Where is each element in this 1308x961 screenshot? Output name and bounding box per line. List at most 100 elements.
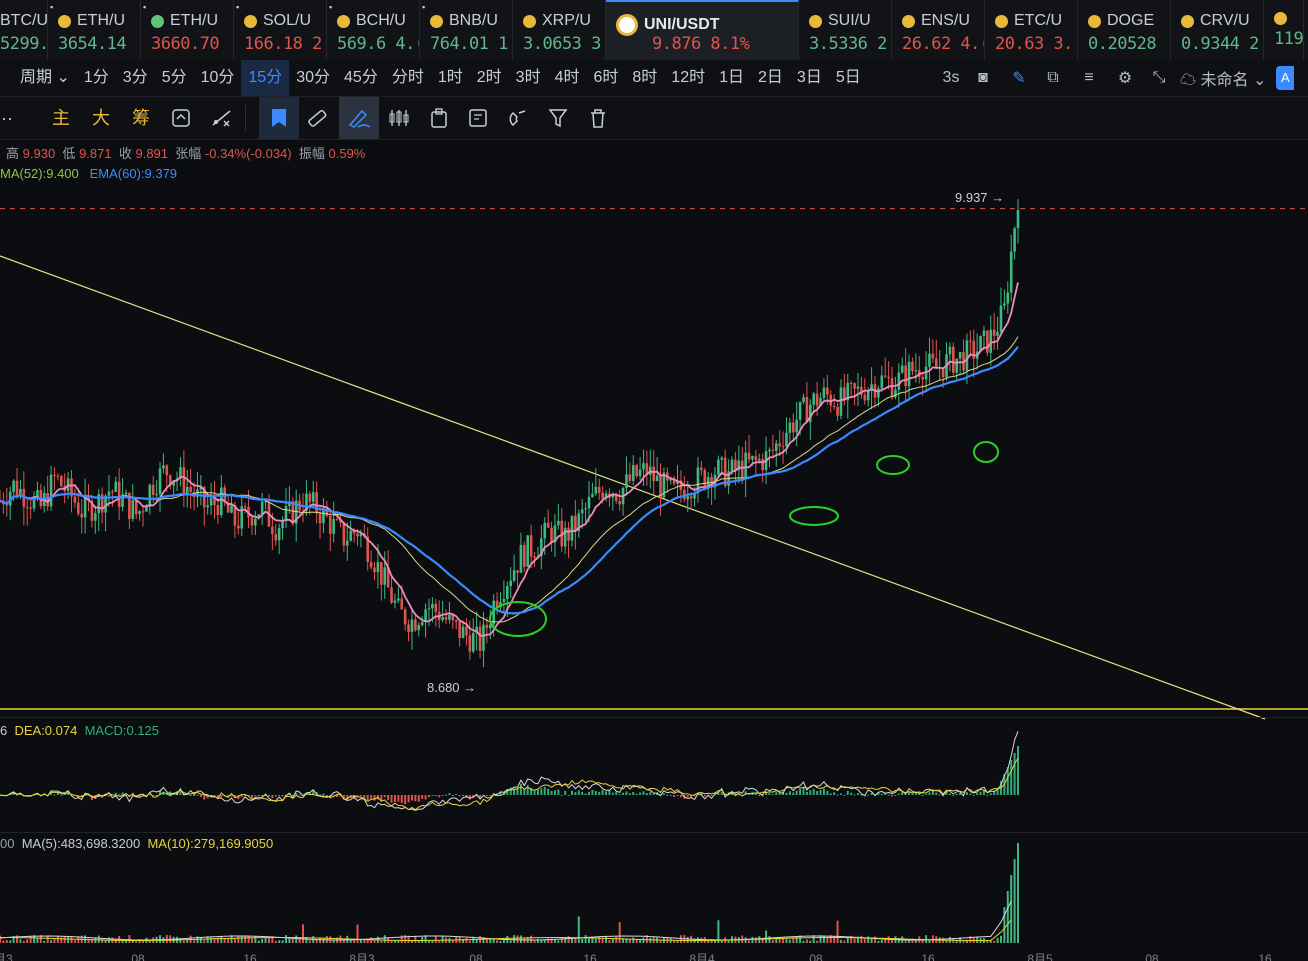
- volume-bar: [805, 939, 808, 943]
- macd-bar: [976, 793, 979, 795]
- candle-body: [454, 620, 458, 622]
- candle-body: [652, 466, 655, 482]
- macd-bar: [911, 793, 914, 795]
- macd-bar: [53, 794, 56, 796]
- volume-bar: [649, 937, 652, 943]
- volume-bar: [989, 940, 992, 943]
- candle-body: [502, 598, 506, 602]
- volume-bar: [557, 940, 560, 943]
- x-axis-label: 16: [243, 952, 257, 961]
- macd-bar: [196, 794, 199, 796]
- volume-bar: [615, 936, 618, 943]
- candle-body: [485, 624, 489, 629]
- candle-body: [49, 474, 53, 507]
- volume-bar: [748, 940, 751, 943]
- candle-body: [625, 474, 628, 489]
- macd-bar: [1010, 760, 1013, 795]
- highlight-circle: [789, 506, 839, 526]
- volume-bar: [250, 938, 253, 943]
- macd-bar: [567, 795, 570, 796]
- volume-bar: [244, 936, 247, 943]
- macd-bar: [853, 794, 856, 796]
- volume-bar: [962, 940, 965, 943]
- candle-body: [730, 459, 734, 472]
- candle-body: [689, 496, 693, 499]
- volume-bar: [611, 938, 614, 943]
- candle-body: [376, 562, 380, 573]
- macd-bar: [553, 790, 556, 795]
- macd-bar: [370, 795, 373, 799]
- candle-body: [642, 463, 645, 470]
- macd-bar: [632, 791, 635, 795]
- candle-body: [356, 533, 359, 537]
- macd-bar: [795, 790, 798, 795]
- macd-bar: [615, 791, 618, 795]
- candle-body: [512, 570, 516, 581]
- candle-body: [155, 494, 158, 496]
- candle-body: [628, 474, 632, 481]
- candle-body: [635, 465, 638, 477]
- macd-bar: [591, 789, 594, 795]
- candle-body: [550, 527, 553, 543]
- macd-bar: [625, 791, 628, 795]
- volume-bar: [754, 937, 757, 943]
- volume-bar: [2, 940, 5, 943]
- candle-body: [1009, 251, 1013, 293]
- volume-bar: [203, 940, 206, 943]
- candle-body: [601, 492, 604, 499]
- macd-bar: [56, 792, 59, 795]
- volume-bar: [509, 940, 512, 943]
- volume-bar: [530, 935, 533, 943]
- macd-bar: [843, 795, 846, 796]
- macd-bar: [373, 795, 376, 801]
- volume-bar: [744, 937, 747, 943]
- candle-body: [138, 511, 141, 515]
- candle-body: [189, 486, 192, 492]
- candle-body: [523, 544, 526, 567]
- volume-bar: [274, 940, 277, 943]
- volume-bar: [816, 940, 819, 943]
- low-price-marker: 8.680 →: [427, 680, 477, 695]
- candle-body: [655, 475, 659, 482]
- candle-body: [557, 520, 560, 526]
- candle-body: [291, 501, 295, 524]
- macd-bar: [393, 795, 396, 803]
- candle-body: [798, 402, 802, 420]
- candle-body: [795, 419, 798, 433]
- price-chart[interactable]: 8月3 08 16 8月3 08 16 8月4 08 16 8月5 08 16: [0, 0, 1308, 961]
- macd-bar: [438, 795, 441, 798]
- macd-bar: [60, 794, 63, 796]
- candle-body: [802, 396, 805, 403]
- candle-body: [342, 522, 346, 546]
- macd-bar: [669, 794, 672, 796]
- candle-body: [403, 609, 407, 625]
- volume-bar: [659, 940, 662, 943]
- macd-bar: [972, 795, 975, 796]
- candle-body: [863, 394, 867, 401]
- macd-bar: [785, 792, 788, 795]
- candle-body: [778, 443, 781, 447]
- volume-bar: [19, 939, 22, 943]
- candle-body: [700, 467, 703, 470]
- candle-body: [114, 481, 118, 492]
- candle-body: [56, 475, 60, 477]
- candle-body: [877, 388, 880, 398]
- macd-bar: [441, 795, 444, 796]
- macd-bar: [407, 795, 410, 803]
- volume-bar: [679, 935, 682, 943]
- volume-bar: [438, 940, 441, 943]
- volume-bar: [67, 936, 70, 943]
- candle-body: [931, 353, 935, 359]
- macd-bar: [928, 792, 931, 795]
- candle-body: [311, 492, 315, 502]
- candle-body: [434, 603, 438, 612]
- volume-bar: [843, 940, 846, 943]
- x-axis-label: 16: [583, 952, 597, 961]
- volume-bar: [465, 938, 468, 943]
- macd-bar: [649, 791, 652, 795]
- macd-bar: [455, 794, 458, 796]
- candle-body: [162, 465, 165, 469]
- candle-body: [83, 496, 87, 518]
- macd-bar: [448, 793, 451, 795]
- macd-bar: [560, 795, 563, 796]
